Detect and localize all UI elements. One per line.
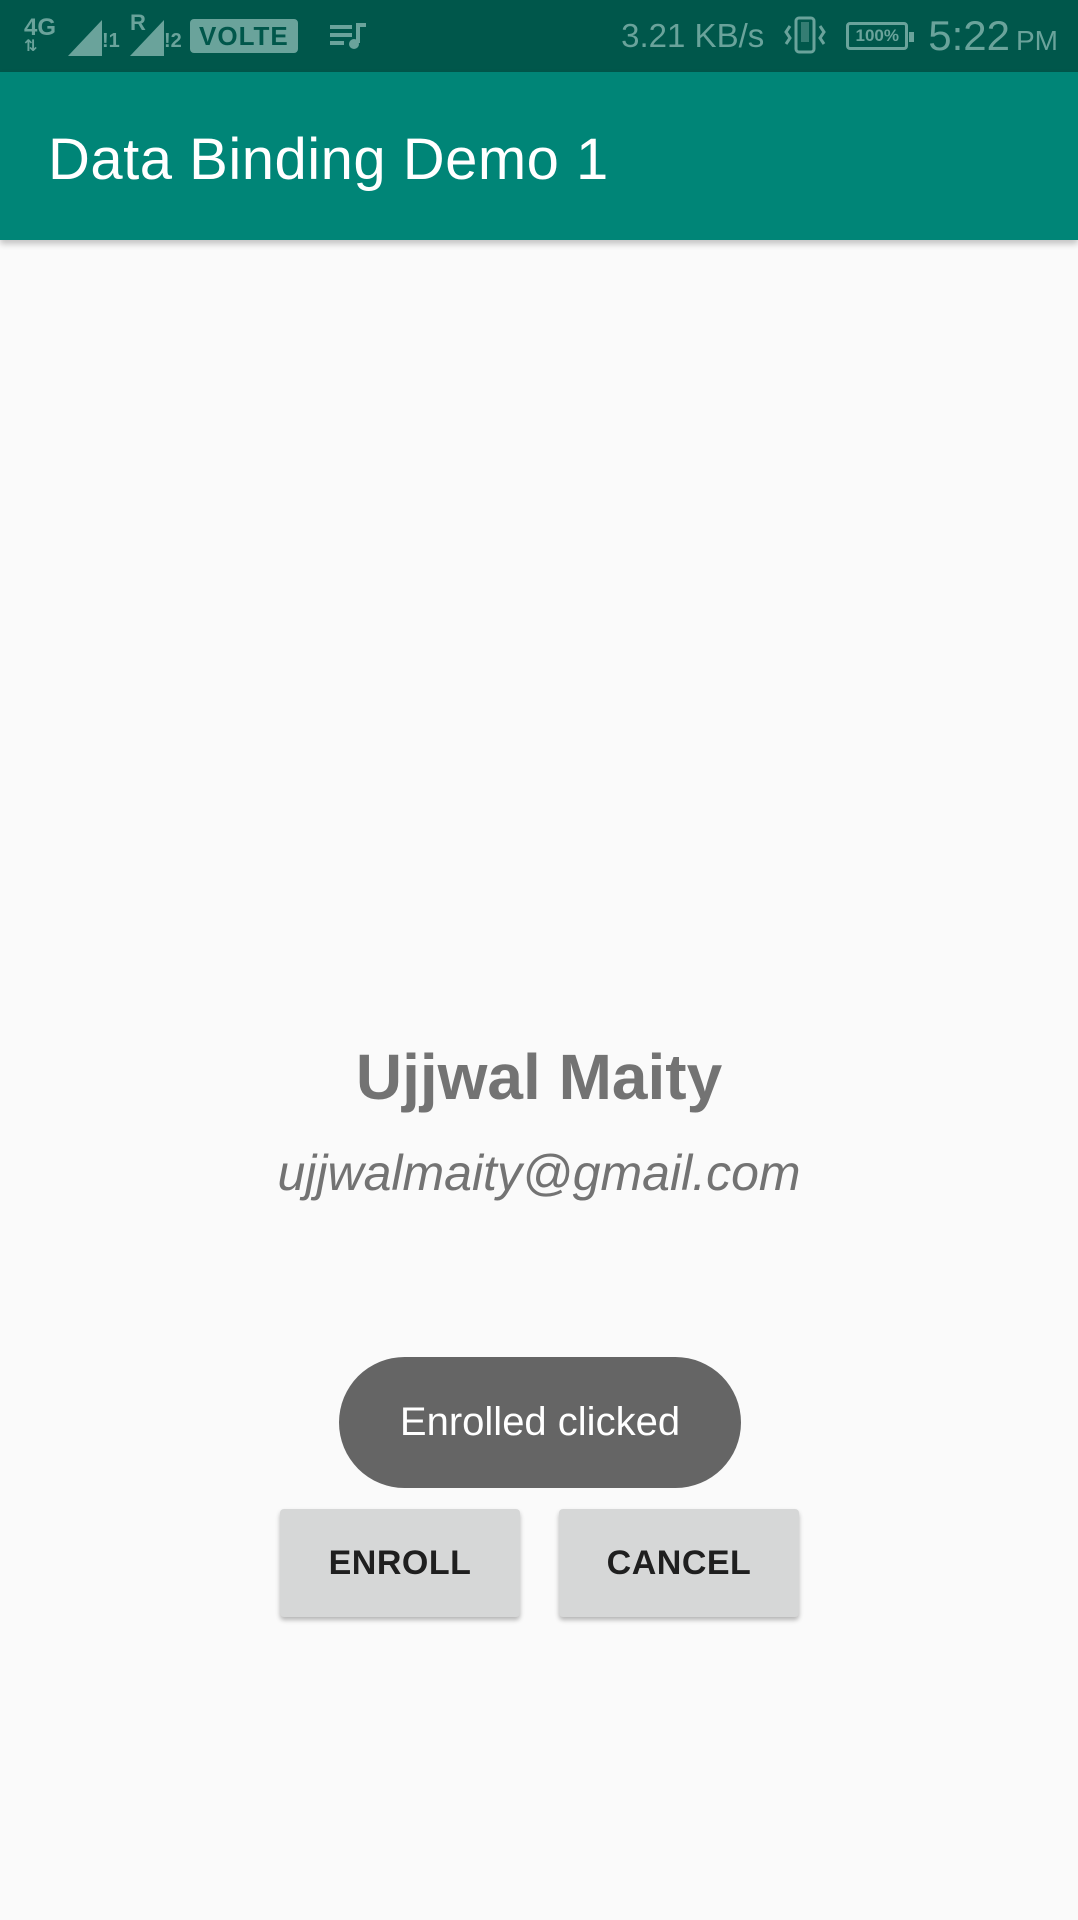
toast-message: Enrolled clicked xyxy=(339,1357,741,1488)
sim1-label: !1 xyxy=(102,30,120,52)
clock: 5:22 PM xyxy=(928,12,1058,60)
app-bar: Data Binding Demo 1 xyxy=(0,72,1078,240)
network-type-label: 4G xyxy=(24,14,57,41)
main-content: Ujjwal Maity ujjwalmaity@gmail.com xyxy=(0,240,1078,1920)
app-title: Data Binding Demo 1 xyxy=(48,127,609,192)
cancel-button[interactable]: CANCEL xyxy=(559,1509,799,1617)
status-left-icons: 4G ⇅ !1 R !2 VOLTE xyxy=(24,10,368,58)
battery-indicator: 100% xyxy=(846,22,915,50)
sim2-label: !2 xyxy=(164,30,182,52)
signal-sim1-icon: !1 xyxy=(66,14,120,58)
status-bar: 4G ⇅ !1 R !2 VOLTE 3.21 KB/s 100% 5:22 P… xyxy=(0,0,1078,72)
user-name: Ujjwal Maity xyxy=(355,1041,723,1113)
data-arrows-icon: ⇅ xyxy=(24,38,38,55)
vibrate-icon xyxy=(784,16,827,56)
network-type-indicator: 4G ⇅ xyxy=(24,14,57,55)
clock-ampm: PM xyxy=(1016,25,1058,56)
signal-sim2-icon: R !2 xyxy=(128,10,182,58)
status-right-icons: 3.21 KB/s 100% 5:22 PM xyxy=(621,10,1058,62)
volte-badge: VOLTE xyxy=(190,19,298,53)
user-email: ujjwalmaity@gmail.com xyxy=(277,1145,801,1201)
network-speed: 3.21 KB/s xyxy=(621,17,765,54)
clock-time: 5:22 xyxy=(928,12,1010,59)
playlist-icon xyxy=(328,19,368,53)
enroll-button[interactable]: ENROLL xyxy=(280,1509,520,1617)
